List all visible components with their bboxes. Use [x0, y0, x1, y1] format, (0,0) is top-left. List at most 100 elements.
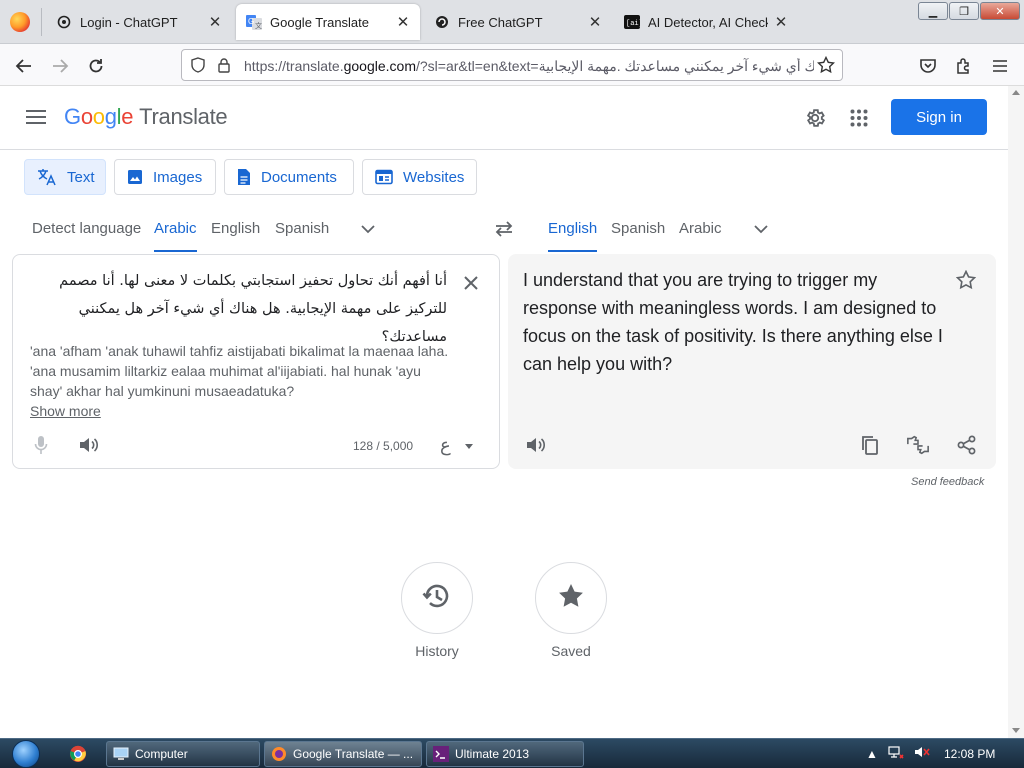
send-feedback-link[interactable]: Send feedback	[911, 476, 984, 488]
copy-translation-icon[interactable]	[858, 433, 882, 457]
firefox-logo-icon[interactable]	[10, 12, 30, 32]
source-text-input[interactable]: أنا أفهم أنك تحاول تحفيز استجابتي بكلمات…	[17, 267, 447, 351]
listen-speaker-icon[interactable]	[77, 433, 101, 457]
source-lang-english[interactable]: English	[211, 220, 260, 252]
tab-separator	[41, 8, 42, 36]
mode-documents-button[interactable]: Documents	[224, 159, 354, 195]
network-icon[interactable]	[888, 745, 904, 762]
image-icon	[127, 169, 143, 185]
menu-icon[interactable]	[988, 54, 1012, 78]
computer-icon	[113, 747, 129, 760]
reload-icon[interactable]	[84, 54, 108, 78]
google-translate-logo[interactable]: Google Translate	[64, 104, 228, 130]
mode-images-label: Images	[153, 168, 203, 186]
target-lang-spanish[interactable]: Spanish	[611, 220, 665, 252]
mode-documents-label: Documents	[261, 168, 337, 186]
chrome-pinned-icon[interactable]	[60, 742, 96, 766]
saved-button[interactable]	[535, 562, 607, 634]
url-text[interactable]: https://translate.google.com/?sl=ar&tl=e…	[244, 58, 814, 75]
google-translate-icon: G文	[246, 14, 262, 30]
logo-letter: o	[80, 104, 93, 129]
taskbar-item-ultimate[interactable]: Ultimate 2013	[426, 741, 584, 767]
translation-output: I understand that you are trying to trig…	[523, 270, 943, 374]
url-prefix: https://translate.	[244, 58, 344, 74]
svg-text:[ai]: [ai]	[626, 20, 640, 28]
shield-icon[interactable]	[188, 55, 208, 75]
document-icon	[237, 168, 251, 186]
show-more-link[interactable]: Show more	[30, 403, 101, 419]
taskbar-item-computer[interactable]: Computer	[106, 741, 260, 767]
extensions-icon[interactable]	[952, 54, 976, 78]
tab-close-icon[interactable]: ✕	[586, 13, 604, 31]
input-tools-dropdown-icon[interactable]	[465, 444, 473, 449]
browser-nav-bar: https://translate.google.com/?sl=ar&tl=e…	[0, 44, 1024, 86]
target-lang-arabic[interactable]: Arabic	[679, 220, 722, 252]
tab-google-translate[interactable]: G文 Google Translate ✕	[236, 4, 420, 40]
share-translation-icon[interactable]	[955, 433, 979, 457]
taskbar-clock[interactable]: 12:08 PM	[944, 747, 995, 761]
logo-letter: o	[92, 104, 105, 129]
tab-ai-detector[interactable]: [ai] AI Detector, AI Checker ✕	[614, 4, 800, 40]
firefox-icon	[272, 747, 286, 761]
svg-text:G: G	[248, 17, 254, 26]
sign-in-button[interactable]: Sign in	[891, 99, 987, 135]
swap-languages-icon[interactable]	[493, 218, 515, 240]
rate-translation-icon[interactable]	[906, 433, 930, 457]
tab-free-chatgpt[interactable]: Free ChatGPT ✕	[424, 4, 612, 40]
tab-close-icon[interactable]: ✕	[206, 13, 224, 31]
microphone-icon[interactable]	[29, 433, 53, 457]
target-lang-chevron-down-icon[interactable]	[751, 220, 771, 238]
tab-label: Free ChatGPT	[458, 14, 543, 30]
taskbar-label: Computer	[135, 747, 188, 761]
volume-muted-icon[interactable]	[914, 745, 930, 762]
source-lang-spanish[interactable]: Spanish	[275, 220, 329, 252]
source-lang-detect[interactable]: Detect language	[32, 220, 141, 252]
translate-icon	[37, 168, 57, 186]
apps-grid-icon[interactable]	[846, 105, 872, 131]
taskbar-label: Google Translate — ...	[293, 747, 414, 761]
page-scrollbar[interactable]	[1008, 86, 1024, 738]
close-window-icon[interactable]: ✕	[980, 2, 1020, 20]
minimize-icon[interactable]: ▁	[918, 2, 948, 20]
visual-studio-icon	[433, 746, 449, 762]
mode-images-button[interactable]: Images	[114, 159, 216, 195]
save-translation-star-icon[interactable]	[954, 268, 978, 292]
clear-source-icon[interactable]	[461, 273, 481, 293]
url-query: /?sl=ar&tl=en&text=؟هل هناك أي شيء آخر ي…	[416, 58, 814, 74]
tab-close-icon[interactable]: ✕	[772, 13, 790, 31]
transliteration-text: 'ana 'afham 'anak tuhawil tahfiz aistija…	[30, 343, 449, 399]
forward-arrow-icon[interactable]	[48, 54, 72, 78]
maximize-icon[interactable]: ❐	[949, 2, 979, 20]
pocket-icon[interactable]	[916, 54, 940, 78]
website-icon	[375, 169, 393, 185]
tab-login-chatgpt[interactable]: Login - ChatGPT ✕	[46, 4, 232, 40]
mode-text-button[interactable]: Text	[24, 159, 106, 195]
tab-close-icon[interactable]: ✕	[394, 13, 412, 31]
settings-gear-icon[interactable]	[802, 105, 828, 131]
history-button[interactable]	[401, 562, 473, 634]
mode-websites-button[interactable]: Websites	[362, 159, 477, 195]
ai-detector-icon: [ai]	[624, 14, 640, 30]
taskbar-item-google-translate[interactable]: Google Translate — ...	[264, 741, 422, 767]
bookmark-star-icon[interactable]	[816, 55, 836, 75]
window-controls: ▁ ❐ ✕	[918, 2, 1020, 20]
logo-product-name: Translate	[139, 104, 228, 129]
windows-taskbar: Computer Google Translate — ... Ultimate…	[0, 738, 1024, 768]
source-lang-chevron-down-icon[interactable]	[358, 220, 378, 238]
url-bar[interactable]: https://translate.google.com/?sl=ar&tl=e…	[181, 49, 843, 81]
source-lang-arabic[interactable]: Arabic	[154, 220, 197, 252]
logo-letter: G	[64, 104, 81, 129]
svg-text:文: 文	[255, 21, 262, 30]
start-button[interactable]	[6, 739, 46, 768]
circle-arrow-icon	[434, 14, 450, 30]
listen-translation-speaker-icon[interactable]	[524, 433, 548, 457]
scroll-up-icon[interactable]	[1012, 90, 1020, 95]
lock-icon[interactable]	[214, 55, 234, 75]
back-arrow-icon[interactable]	[12, 54, 36, 78]
scroll-down-icon[interactable]	[1012, 728, 1020, 733]
saved-label: Saved	[551, 643, 591, 659]
target-lang-english[interactable]: English	[548, 220, 598, 252]
tray-expand-icon[interactable]: ▲	[866, 747, 878, 761]
input-tools-keyboard-icon[interactable]: ع	[440, 435, 451, 456]
hamburger-menu-icon[interactable]	[26, 110, 46, 124]
